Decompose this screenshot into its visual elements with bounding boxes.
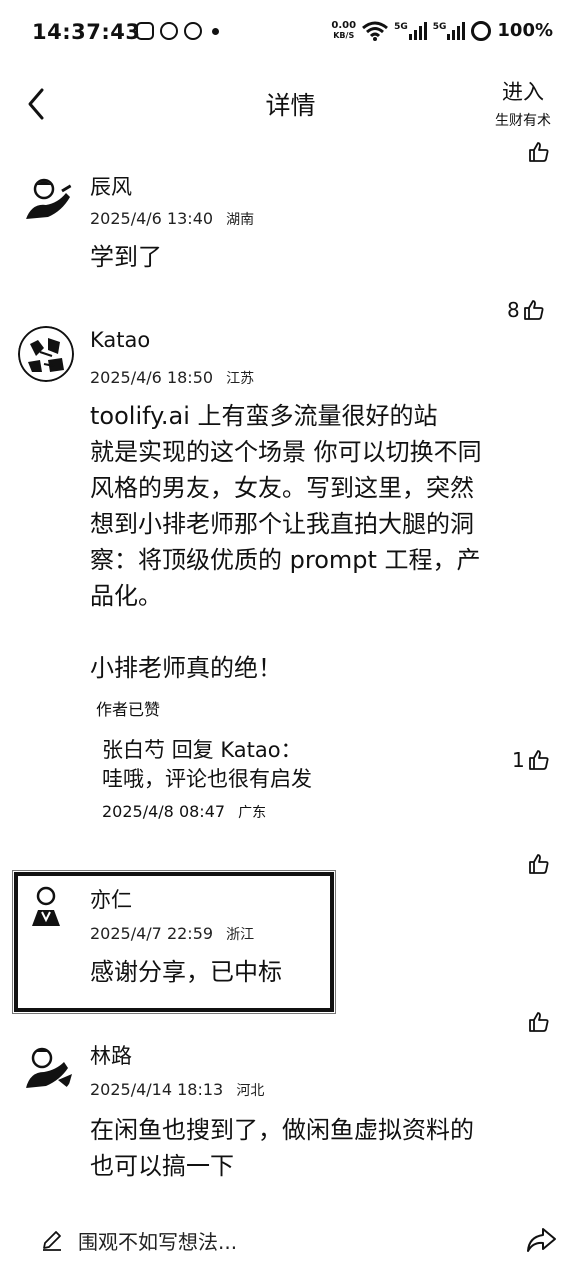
reply-location: 广东	[238, 805, 267, 821]
author-liked-badge: 作者已赞	[96, 700, 161, 719]
comment-item: 辰风 2025/4/6 13:40 湖南 学到了	[0, 165, 581, 295]
comment-line: 就是实现的这个场景 你可以切换不同	[90, 438, 482, 466]
reply-author[interactable]: 张白芍	[102, 738, 165, 762]
comment-item: Katao 2025/4/6 18:50 江苏 toolify.ai 上有蛮多流…	[0, 322, 581, 852]
comment-line: 风格的男友，女友。写到这里，突然	[90, 474, 474, 502]
enter-sub-label: 生财有术	[495, 113, 551, 129]
comment-body: 在闲鱼也搜到了，做闲鱼虚拟资料的 也可以搞一下	[90, 1112, 550, 1184]
comment-input[interactable]: 围观不如写想法...	[78, 1226, 237, 1255]
avatar[interactable]	[24, 880, 70, 936]
reply-target[interactable]: Katao：	[220, 738, 301, 762]
reply-text: 哇哦，评论也很有启发	[102, 767, 312, 791]
weibo-icon	[184, 22, 202, 40]
avatar-image	[18, 171, 74, 227]
like-button[interactable]: 8	[507, 298, 546, 322]
enter-community-button[interactable]: 进入 生财有术	[495, 76, 551, 130]
comment-date: 2025/4/6 13:40	[90, 209, 214, 228]
reply-item: 张白芍 回复 Katao： 哇哦，评论也很有启发 2025/4/8 08:47 …	[102, 736, 562, 822]
reply-meta: 2025/4/8 08:47 广东	[102, 802, 562, 822]
share-arrow-icon[interactable]	[525, 1226, 557, 1254]
more-notifications-dot-icon	[212, 27, 219, 35]
comment-location: 江苏	[226, 371, 255, 387]
comment-author[interactable]: 辰风	[90, 171, 132, 201]
thumbs-up-icon	[529, 854, 549, 874]
notification-icons	[136, 22, 219, 40]
signal-1-label: 5G	[394, 21, 408, 32]
comment-line: 想到小排老师那个让我直拍大腿的洞	[90, 510, 474, 538]
enter-label: 进入	[502, 80, 544, 104]
comment-author[interactable]: Katao	[90, 328, 150, 352]
like-button[interactable]	[527, 140, 551, 164]
status-time: 14:37:43	[32, 20, 141, 44]
comment-meta: 2025/4/14 18:13 河北	[90, 1080, 264, 1100]
avatar-image	[24, 880, 70, 936]
message-app-icon	[136, 22, 154, 40]
signal-bars-icon	[408, 21, 427, 40]
avatar[interactable]	[18, 1040, 74, 1096]
comment-meta: 2025/4/6 13:40 湖南	[90, 209, 254, 229]
comment-meta: 2025/4/6 18:50 江苏	[90, 368, 254, 388]
reply-date: 2025/4/8 08:47	[102, 802, 226, 821]
top-navigation: 详情 进入 生财有术	[0, 68, 581, 138]
status-right: 0.00 KB/S 5G 5G 100%	[331, 20, 553, 41]
comment-item: 亦仁 2025/4/7 22:59 浙江 感谢分享，已中标	[0, 878, 581, 1008]
comment-item: 林路 2025/4/14 18:13 河北 在闲鱼也搜到了，做闲鱼虚拟资料的 也…	[0, 1036, 581, 1186]
like-count: 8	[507, 298, 520, 322]
status-bar: 14:37:43 0.00 KB/S 5G 5G 100%	[0, 0, 581, 68]
comment-location: 湖南	[226, 212, 255, 228]
battery-icon	[471, 20, 492, 41]
comment-line: 也可以搞一下	[90, 1152, 234, 1180]
comment-input-bar: 围观不如写想法...	[0, 1210, 581, 1270]
comment-body: 学到了	[90, 243, 162, 271]
like-count: 1	[512, 748, 525, 772]
comment-author[interactable]: 林路	[90, 1040, 132, 1070]
signal-bars-icon	[447, 21, 466, 40]
network-speed-value: 0.00	[331, 19, 357, 31]
comment-date: 2025/4/14 18:13	[90, 1080, 224, 1099]
network-speed-unit: KB/S	[333, 30, 355, 40]
comment-line: 小排老师真的绝！	[90, 654, 282, 682]
comment-date: 2025/4/6 18:50	[90, 368, 214, 387]
like-button[interactable]	[527, 852, 551, 876]
comment-location: 浙江	[226, 927, 255, 943]
comment-line: toolify.ai 上有蛮多流量很好的站	[90, 402, 438, 430]
comment-author[interactable]: 亦仁	[90, 884, 132, 914]
reply-header: 张白芍 回复 Katao：	[102, 736, 562, 764]
comment-line: 在闲鱼也搜到了，做闲鱼虚拟资料的	[90, 1116, 474, 1144]
avatar-image	[18, 1040, 74, 1096]
avatar[interactable]	[18, 171, 74, 227]
battery-level: 100%	[497, 20, 553, 41]
comment-line-blank	[90, 614, 550, 650]
like-button[interactable]	[527, 1010, 551, 1034]
avatar[interactable]	[18, 326, 74, 382]
comment-location: 河北	[236, 1083, 265, 1099]
app-notification-icon	[160, 22, 178, 40]
wifi-icon	[362, 21, 389, 41]
comment-body: toolify.ai 上有蛮多流量很好的站 就是实现的这个场景 你可以切换不同 …	[90, 398, 550, 686]
reply-like-button[interactable]: 1	[512, 748, 551, 772]
network-speed: 0.00 KB/S	[331, 19, 357, 41]
comment-date: 2025/4/7 22:59	[90, 924, 214, 943]
thumbs-up-icon	[529, 142, 549, 162]
thumbs-up-icon	[529, 1012, 549, 1032]
signal-2: 5G	[432, 21, 466, 40]
comment-line: 察：将顶级优质的 prompt 工程，产	[90, 546, 481, 574]
signal-2-label: 5G	[432, 21, 447, 32]
page-title: 详情	[265, 91, 316, 120]
comment-body: 感谢分享，已中标	[90, 958, 282, 986]
pen-icon	[43, 1231, 61, 1251]
reply-action: 回复	[171, 738, 214, 762]
avatar-image	[18, 326, 74, 382]
comment-line: 品化。	[90, 582, 162, 610]
comment-meta: 2025/4/7 22:59 浙江	[90, 924, 254, 944]
thumbs-up-icon	[523, 300, 544, 320]
thumbs-up-icon	[528, 750, 549, 770]
signal-1: 5G	[394, 21, 427, 40]
